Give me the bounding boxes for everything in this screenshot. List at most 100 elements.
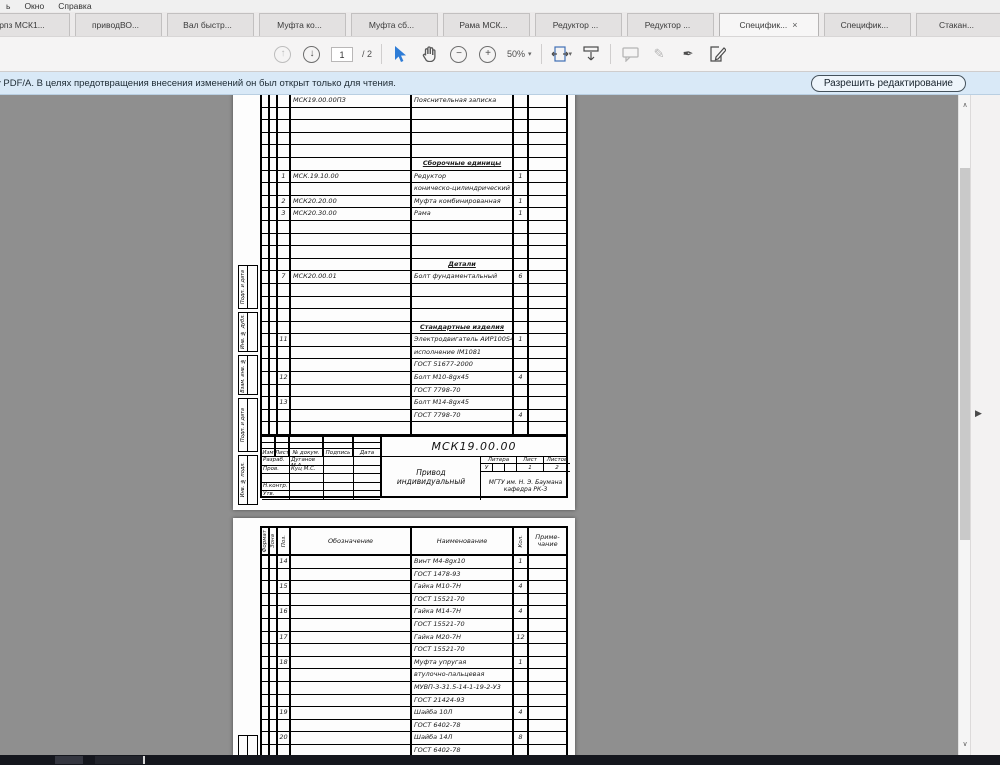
margin-stamp-block (238, 735, 258, 755)
cell-pos: 11 (278, 334, 291, 347)
cell-format (262, 618, 270, 632)
os-taskbar[interactable] (0, 755, 1000, 765)
cell-note (529, 183, 566, 196)
cell-note (529, 120, 566, 133)
panel-expand-icon[interactable]: ▶ (975, 408, 982, 419)
cell-designation (291, 183, 412, 196)
cell-zone (270, 656, 278, 670)
scrollbar-thumb[interactable] (960, 168, 970, 540)
document-tab[interactable]: Стакан... (916, 13, 1000, 36)
cell-designation (291, 346, 412, 360)
document-tab[interactable]: Муфта ко... (259, 13, 346, 36)
fill-sign-icon[interactable] (707, 43, 727, 65)
next-page-icon[interactable]: ↓ (303, 45, 321, 63)
cell-pos: 18 (278, 656, 291, 670)
pdfa-notification-bar: у PDF/A. В целях предотвращения внесения… (0, 72, 1000, 95)
cell-name: ГОСТ 15521-70 (412, 618, 514, 632)
highlight-icon[interactable]: ✎ (649, 43, 669, 65)
zoom-in-icon[interactable]: + (479, 45, 497, 63)
hand-tool-icon[interactable] (420, 43, 440, 65)
cell-name: Винт М4-8gх10 (412, 556, 514, 569)
select-tool-icon[interactable] (391, 43, 411, 65)
cell-designation (291, 157, 412, 171)
scrolling-mode-icon[interactable] (581, 43, 601, 65)
enable-editing-button[interactable]: Разрешить редактирование (810, 75, 966, 92)
page-number-input[interactable]: 1 (330, 46, 353, 62)
document-tab[interactable]: Специфик... × (719, 13, 819, 36)
spec-row: МСК19.00.00ПЗ Пояснительная записка (262, 95, 566, 108)
fit-width-icon[interactable]: ▾ (551, 43, 572, 65)
tab-close-icon[interactable]: × (791, 20, 798, 30)
spec-row: 1 МСК.19.10.00 Редуктор 1 (262, 170, 566, 184)
document-tab[interactable]: Рама МСК... (443, 13, 530, 36)
document-tab[interactable]: рпз МСК1... (0, 13, 70, 36)
cell-zone (270, 581, 278, 594)
taskbar-item[interactable] (55, 756, 83, 764)
cell-note (529, 234, 566, 247)
document-tab[interactable]: Специфик... (824, 13, 911, 36)
tb-header-sign: Подпись (324, 449, 354, 457)
col-zone-label: Зона (270, 534, 276, 548)
document-viewport[interactable]: Подп. и дата Инв. № дубл. Взам. инв. № П… (0, 95, 958, 755)
cell-note (529, 347, 566, 360)
cell-zone (270, 170, 278, 184)
spec-row (262, 309, 566, 322)
cell-qty (514, 145, 529, 158)
zoom-level-select[interactable]: 50% ▾ (507, 49, 532, 59)
previous-page-icon[interactable]: ↑ (274, 45, 292, 63)
cell-name: ГОСТ 21424-93 (412, 694, 514, 708)
document-tab[interactable]: Редуктор ... (535, 13, 622, 36)
spec-row: ГОСТ 15521-70 (262, 618, 566, 632)
cell-designation (291, 581, 412, 594)
menu-item-cut[interactable]: ь (6, 1, 10, 11)
cell-note (529, 108, 566, 121)
cell-format (262, 384, 270, 398)
document-tab[interactable]: Вал быстр... (167, 13, 254, 36)
cell-format (262, 593, 270, 607)
cell-pos (278, 183, 291, 196)
cell-format (262, 707, 270, 720)
cell-pos: 2 (278, 195, 291, 209)
comment-icon[interactable] (620, 43, 640, 65)
menu-item-help[interactable]: Справка (58, 1, 91, 11)
menu-item-window[interactable]: Окно (24, 1, 44, 11)
cell-designation (291, 409, 412, 423)
cell-format (262, 132, 270, 146)
cell-designation (291, 321, 412, 335)
cell-pos: 19 (278, 707, 291, 720)
cell-qty: 8 (514, 732, 529, 745)
document-tab[interactable]: приводВО... (75, 13, 162, 36)
document-tab[interactable]: Муфта сб... (351, 13, 438, 36)
cell-zone (270, 120, 278, 133)
cell-name (412, 107, 514, 121)
taskbar-item[interactable] (95, 756, 145, 764)
tb-date-cell (354, 474, 380, 483)
cell-pos: 14 (278, 556, 291, 569)
cell-format (262, 606, 270, 619)
cell-name: МУВП-3-31.5-14-1-19-2-У3 (412, 681, 514, 695)
cell-qty: 1 (514, 195, 529, 209)
document-tab[interactable]: Редуктор ... (627, 13, 714, 36)
cell-zone (270, 183, 278, 196)
cell-format (262, 208, 270, 221)
cell-zone (270, 422, 278, 436)
cell-qty (514, 568, 529, 582)
vertical-scrollbar[interactable]: ∧ ∨ (958, 95, 970, 755)
cell-name: Шайба 14Л (412, 732, 514, 745)
cell-format (262, 681, 270, 695)
zoom-out-icon[interactable]: − (450, 45, 468, 63)
cell-designation (291, 694, 412, 708)
tab-label: Редуктор ... (552, 20, 599, 30)
sign-icon[interactable]: ✒ (678, 43, 698, 65)
cell-qty (514, 719, 529, 733)
spec-row: 3 МСК20.30.00 Рама 1 (262, 208, 566, 221)
cell-pos (278, 681, 291, 695)
cell-designation (291, 145, 412, 158)
spec-row: 14 Винт М4-8gх10 1 (262, 556, 566, 569)
cell-zone (270, 246, 278, 259)
cell-note (529, 619, 566, 632)
tb-person-name: Дуганов М.А. (290, 457, 324, 466)
cell-format (262, 719, 270, 733)
spec-row: 20 Шайба 14Л 8 (262, 732, 566, 745)
tools-panel-collapsed: ▶ (970, 95, 1000, 755)
